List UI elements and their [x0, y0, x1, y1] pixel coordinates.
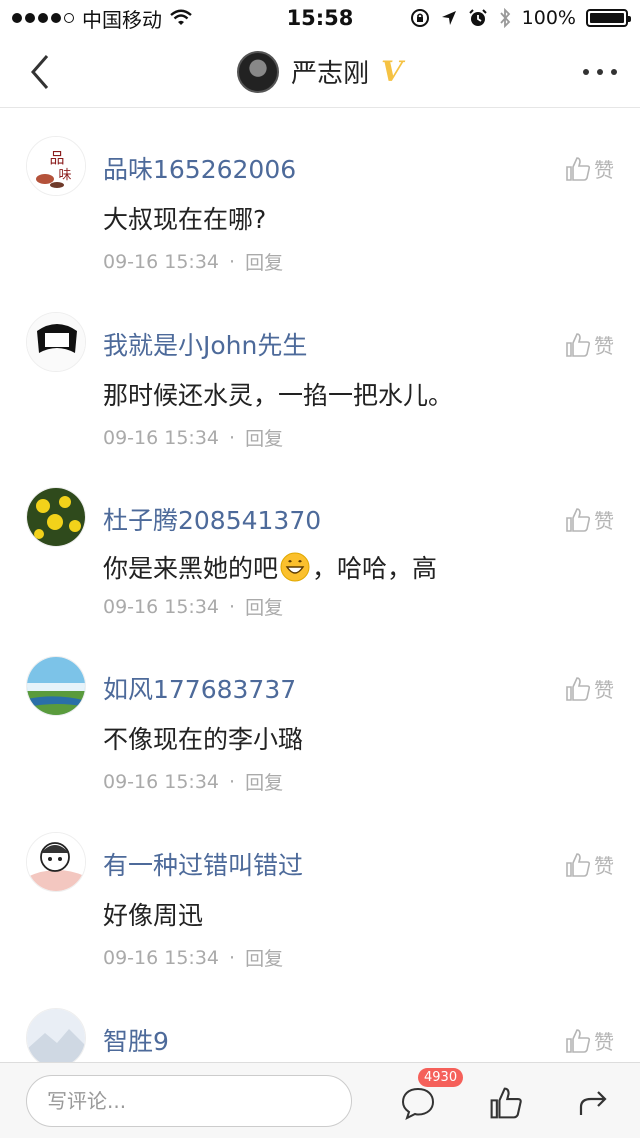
reply-link[interactable]: 回复 — [245, 424, 283, 451]
meta-separator: · — [229, 595, 236, 618]
battery-percent: 100% — [521, 7, 576, 29]
more-icon — [583, 69, 617, 75]
like-button[interactable]: 赞 — [565, 330, 614, 359]
meta-separator: · — [229, 250, 236, 273]
like-button[interactable]: 赞 — [565, 850, 614, 879]
thumbs-up-icon — [566, 332, 591, 357]
like-label: 赞 — [594, 509, 614, 533]
page-title: 严志刚 — [291, 59, 370, 89]
thumbs-up-icon — [566, 1028, 591, 1053]
bottom-bar: 4930 — [0, 1062, 640, 1138]
nav-center[interactable]: 严志刚 V — [237, 50, 403, 93]
grinning-face-emoji-icon — [280, 552, 310, 582]
signal-icon — [12, 13, 74, 23]
comment-username[interactable]: 品味165262006 — [103, 150, 296, 186]
verified-badge: V — [381, 55, 403, 88]
like-button[interactable]: 赞 — [565, 154, 614, 183]
comments-button[interactable] — [396, 1081, 440, 1125]
reply-link[interactable]: 回复 — [245, 593, 283, 620]
thumbs-up-icon — [566, 852, 591, 877]
meta-separator: · — [229, 770, 236, 793]
comment-username[interactable]: 杜子腾208541370 — [103, 501, 321, 537]
avatar[interactable] — [26, 487, 86, 547]
comment-meta: 09-16 15:34 · 回复 — [103, 248, 283, 275]
comment-time: 09-16 15:34 — [103, 595, 220, 618]
comment-text-after: ，哈哈，高 — [312, 554, 438, 583]
comment-input[interactable] — [26, 1075, 352, 1127]
comment-meta: 09-16 15:34 · 回复 — [103, 424, 283, 451]
avatar[interactable] — [26, 656, 86, 716]
wifi-icon — [170, 9, 192, 25]
comment-username[interactable]: 如风177683737 — [103, 670, 296, 706]
avatar[interactable]: 品 味 — [26, 136, 86, 196]
reply-link[interactable]: 回复 — [245, 768, 283, 795]
comment-time: 09-16 15:34 — [103, 946, 220, 969]
avatar[interactable] — [26, 832, 86, 892]
like-label: 赞 — [594, 334, 614, 358]
like-button[interactable]: 赞 — [565, 1026, 614, 1055]
svg-text:品: 品 — [49, 149, 64, 167]
like-label: 赞 — [594, 158, 614, 182]
comment-meta: 09-16 15:34 · 回复 — [103, 944, 283, 971]
like-button[interactable]: 赞 — [565, 505, 614, 534]
chevron-left-icon — [31, 55, 49, 89]
comment-username[interactable]: 我就是小John先生 — [103, 326, 307, 362]
comment-text: 你是来黑她的吧 ，哈哈，高 — [103, 549, 437, 585]
meta-separator: · — [229, 946, 236, 969]
alarm-icon — [468, 9, 487, 26]
meta-separator: · — [229, 426, 236, 449]
share-arrow-icon — [579, 1091, 607, 1115]
like-label: 赞 — [594, 854, 614, 878]
comment-text: 不像现在的李小璐 — [103, 725, 304, 754]
comment-text-before: 你是来黑她的吧 — [103, 554, 279, 583]
comment-count-badge: 4930 — [418, 1068, 464, 1087]
share-button[interactable] — [572, 1081, 616, 1125]
like-post-button[interactable] — [484, 1081, 528, 1125]
thumbs-up-icon — [566, 507, 591, 532]
comment-text: 好像周迅 — [103, 901, 204, 930]
comment-username[interactable]: 智胜9 — [103, 1022, 169, 1058]
like-button[interactable]: 赞 — [565, 674, 614, 703]
status-right: 100% — [410, 7, 631, 29]
comment-meta: 09-16 15:34 · 回复 — [103, 768, 283, 795]
avatar[interactable] — [26, 1008, 86, 1068]
like-label: 赞 — [594, 1030, 614, 1054]
status-bar: 中国移动 15:58 100% — [0, 0, 640, 36]
comment-time: 09-16 15:34 — [103, 770, 220, 793]
thumbs-up-icon — [490, 1087, 522, 1119]
like-label: 赞 — [594, 678, 614, 702]
thumbs-up-icon — [566, 676, 591, 701]
orientation-lock-icon — [410, 9, 429, 27]
carrier-name: 中国移动 — [82, 7, 162, 32]
battery-icon — [586, 9, 631, 27]
status-left: 中国移动 — [12, 4, 192, 33]
speech-bubble-icon — [401, 1087, 435, 1120]
comment-meta: 09-16 15:34 · 回复 — [103, 593, 283, 620]
bluetooth-icon — [499, 8, 510, 28]
location-icon — [441, 11, 456, 25]
comment-text: 大叔现在在哪? — [103, 205, 267, 234]
comment-username[interactable]: 有一种过错叫错过 — [103, 846, 303, 882]
comment-time: 09-16 15:34 — [103, 426, 220, 449]
back-button[interactable] — [18, 50, 62, 94]
reply-link[interactable]: 回复 — [245, 944, 283, 971]
author-avatar[interactable] — [237, 50, 280, 93]
comment-text: 那时候还水灵，一掐一把水儿。 — [103, 381, 454, 410]
comment-time: 09-16 15:34 — [103, 250, 220, 273]
reply-link[interactable]: 回复 — [245, 248, 283, 275]
svg-text:味: 味 — [58, 168, 71, 183]
thumbs-up-icon — [566, 156, 591, 181]
more-button[interactable] — [578, 50, 622, 94]
avatar[interactable] — [26, 312, 86, 372]
nav-bar: 严志刚 V — [0, 36, 640, 108]
